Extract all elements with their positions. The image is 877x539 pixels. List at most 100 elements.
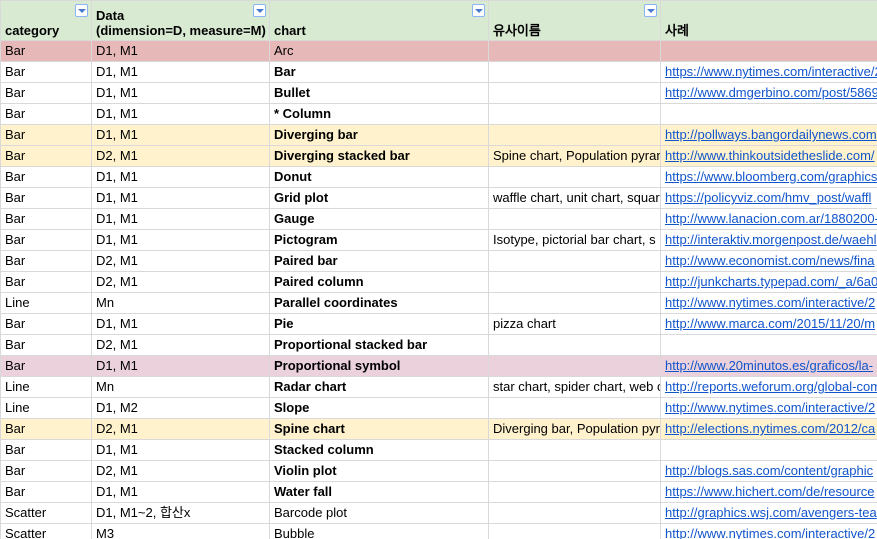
cell-chart[interactable]: Spine chart: [269, 418, 489, 440]
cell-category[interactable]: Bar: [0, 145, 92, 167]
cell-example-link[interactable]: [660, 334, 877, 356]
cell-category[interactable]: Bar: [0, 82, 92, 104]
cell-category[interactable]: Bar: [0, 481, 92, 503]
cell-chart[interactable]: Radar chart: [269, 376, 489, 398]
cell-chart[interactable]: Proportional stacked bar: [269, 334, 489, 356]
cell-similar-names[interactable]: Diverging bar, Population pyramid: [488, 418, 661, 440]
cell-example-link[interactable]: [660, 439, 877, 461]
cell-chart[interactable]: Diverging bar: [269, 124, 489, 146]
cell-similar-names[interactable]: [488, 502, 661, 524]
cell-similar-names[interactable]: [488, 460, 661, 482]
cell-data[interactable]: D2, M1: [91, 250, 270, 272]
cell-data[interactable]: D2, M1: [91, 334, 270, 356]
cell-category[interactable]: Bar: [0, 229, 92, 251]
cell-similar-names[interactable]: [488, 208, 661, 230]
filter-dropdown-icon[interactable]: [253, 4, 266, 17]
cell-category[interactable]: Bar: [0, 61, 92, 83]
cell-chart[interactable]: Donut: [269, 166, 489, 188]
cell-chart[interactable]: Gauge: [269, 208, 489, 230]
cell-category[interactable]: Bar: [0, 313, 92, 335]
cell-similar-names[interactable]: waffle chart, unit chart, square: [488, 187, 661, 209]
cell-example-link[interactable]: https://www.bloomberg.com/graphics: [660, 166, 877, 188]
cell-similar-names[interactable]: [488, 292, 661, 314]
cell-category[interactable]: Bar: [0, 103, 92, 125]
cell-similar-names[interactable]: [488, 334, 661, 356]
column-header-chart[interactable]: chart: [269, 0, 489, 41]
cell-example-link[interactable]: [660, 40, 877, 62]
cell-data[interactable]: M3: [91, 523, 270, 539]
cell-similar-names[interactable]: [488, 103, 661, 125]
cell-example-link[interactable]: http://www.nytimes.com/interactive/2: [660, 397, 877, 419]
cell-data[interactable]: D2, M1: [91, 418, 270, 440]
cell-chart[interactable]: Bullet: [269, 82, 489, 104]
cell-example-link[interactable]: http://www.nytimes.com/interactive/2: [660, 523, 877, 539]
cell-example-link[interactable]: http://pollways.bangordailynews.com: [660, 124, 877, 146]
cell-chart[interactable]: Diverging stacked bar: [269, 145, 489, 167]
cell-example-link[interactable]: https://www.hichert.com/de/resource: [660, 481, 877, 503]
cell-chart[interactable]: Arc: [269, 40, 489, 62]
cell-data[interactable]: D1, M1~2, 합산x: [91, 502, 270, 524]
cell-data[interactable]: D2, M1: [91, 271, 270, 293]
cell-example-link[interactable]: http://www.lanacion.com.ar/1880200-: [660, 208, 877, 230]
cell-chart[interactable]: * Column: [269, 103, 489, 125]
cell-data[interactable]: D1, M1: [91, 61, 270, 83]
cell-chart[interactable]: Barcode plot: [269, 502, 489, 524]
cell-data[interactable]: Mn: [91, 376, 270, 398]
cell-example-link[interactable]: https://www.nytimes.com/interactive/2: [660, 61, 877, 83]
cell-category[interactable]: Bar: [0, 208, 92, 230]
cell-example-link[interactable]: http://interaktiv.morgenpost.de/waehl: [660, 229, 877, 251]
column-header-data[interactable]: Data (dimension=D, measure=M): [91, 0, 270, 41]
cell-chart[interactable]: Bubble: [269, 523, 489, 539]
cell-chart[interactable]: Pie: [269, 313, 489, 335]
cell-similar-names[interactable]: Spine chart, Population pyramid: [488, 145, 661, 167]
cell-category[interactable]: Bar: [0, 334, 92, 356]
cell-example-link[interactable]: [660, 103, 877, 125]
cell-example-link[interactable]: http://www.marca.com/2015/11/20/m: [660, 313, 877, 335]
cell-example-link[interactable]: http://elections.nytimes.com/2012/ca: [660, 418, 877, 440]
cell-chart[interactable]: Paired column: [269, 271, 489, 293]
cell-chart[interactable]: Grid plot: [269, 187, 489, 209]
cell-similar-names[interactable]: [488, 250, 661, 272]
cell-similar-names[interactable]: pizza chart: [488, 313, 661, 335]
cell-example-link[interactable]: https://policyviz.com/hmv_post/waffl: [660, 187, 877, 209]
cell-example-link[interactable]: http://www.nytimes.com/interactive/2: [660, 292, 877, 314]
cell-chart[interactable]: Proportional symbol: [269, 355, 489, 377]
cell-example-link[interactable]: http://reports.weforum.org/global-com: [660, 376, 877, 398]
cell-similar-names[interactable]: [488, 481, 661, 503]
cell-category[interactable]: Bar: [0, 187, 92, 209]
cell-similar-names[interactable]: Isotype, pictorial bar chart, s: [488, 229, 661, 251]
cell-similar-names[interactable]: [488, 355, 661, 377]
cell-category[interactable]: Bar: [0, 250, 92, 272]
cell-example-link[interactable]: http://blogs.sas.com/content/graphic: [660, 460, 877, 482]
cell-category[interactable]: Line: [0, 376, 92, 398]
cell-example-link[interactable]: http://junkcharts.typepad.com/_a/6a0: [660, 271, 877, 293]
cell-similar-names[interactable]: star chart, spider chart, web c: [488, 376, 661, 398]
cell-data[interactable]: D1, M1: [91, 40, 270, 62]
cell-data[interactable]: D1, M1: [91, 103, 270, 125]
cell-example-link[interactable]: http://www.economist.com/news/fina: [660, 250, 877, 272]
cell-data[interactable]: D1, M2: [91, 397, 270, 419]
cell-data[interactable]: D1, M1: [91, 229, 270, 251]
cell-chart[interactable]: Parallel coordinates: [269, 292, 489, 314]
cell-data[interactable]: D1, M1: [91, 313, 270, 335]
cell-similar-names[interactable]: [488, 439, 661, 461]
cell-data[interactable]: D1, M1: [91, 166, 270, 188]
column-header-similar-names[interactable]: 유사이름: [488, 0, 661, 41]
cell-category[interactable]: Scatter: [0, 502, 92, 524]
cell-category[interactable]: Bar: [0, 460, 92, 482]
cell-category[interactable]: Bar: [0, 271, 92, 293]
cell-category[interactable]: Scatter: [0, 523, 92, 539]
cell-chart[interactable]: Stacked column: [269, 439, 489, 461]
cell-chart[interactable]: Slope: [269, 397, 489, 419]
column-header-category[interactable]: category: [0, 0, 92, 41]
cell-data[interactable]: D1, M1: [91, 481, 270, 503]
cell-category[interactable]: Bar: [0, 418, 92, 440]
cell-similar-names[interactable]: [488, 166, 661, 188]
cell-data[interactable]: D1, M1: [91, 124, 270, 146]
filter-dropdown-icon[interactable]: [472, 4, 485, 17]
cell-similar-names[interactable]: [488, 40, 661, 62]
cell-category[interactable]: Bar: [0, 40, 92, 62]
cell-category[interactable]: Bar: [0, 355, 92, 377]
cell-data[interactable]: D2, M1: [91, 145, 270, 167]
cell-similar-names[interactable]: [488, 271, 661, 293]
